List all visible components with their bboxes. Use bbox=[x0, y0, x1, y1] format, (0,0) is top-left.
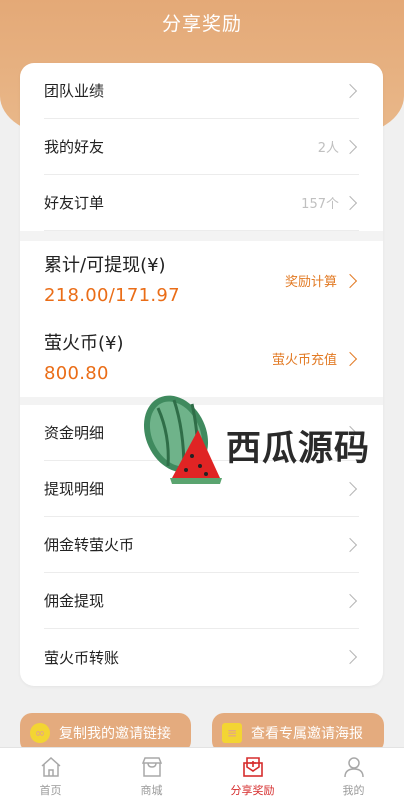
menu-label: 好友订单 bbox=[44, 194, 105, 212]
reward-card: 团队业绩 我的好友 2人 好友订单 157个 累计/可提现(¥) 218.00/… bbox=[20, 63, 383, 686]
order-count: 157个 bbox=[301, 197, 339, 212]
reward-calc-link[interactable]: 奖励计算 bbox=[285, 271, 359, 290]
stat-label: 累计/可提现(¥) bbox=[44, 255, 166, 276]
menu-my-friends[interactable]: 我的好友 2人 bbox=[44, 119, 359, 175]
chevron-right-icon bbox=[342, 649, 358, 665]
poster-icon: ≡ bbox=[222, 723, 242, 743]
chevron-right-icon bbox=[342, 83, 358, 98]
menu-label: 佣金转萤火币 bbox=[44, 536, 135, 554]
tab-share-reward[interactable]: 分享奖励 bbox=[202, 748, 303, 802]
section-divider bbox=[20, 231, 383, 241]
tab-label: 商城 bbox=[140, 784, 163, 797]
coin-stat: 萤火币(¥) 800.80 萤火币充值 bbox=[44, 325, 359, 397]
chevron-right-icon bbox=[342, 273, 358, 288]
shop-icon bbox=[141, 757, 162, 777]
menu-label: 我的好友 bbox=[44, 138, 105, 156]
tab-label: 我的 bbox=[342, 784, 365, 797]
menu-label: 资金明细 bbox=[44, 424, 105, 442]
share-reward-icon bbox=[242, 757, 263, 777]
menu-team-performance[interactable]: 团队业绩 bbox=[44, 63, 359, 119]
chevron-right-icon bbox=[342, 351, 358, 366]
chevron-right-icon bbox=[342, 593, 358, 608]
tab-mine[interactable]: 我的 bbox=[303, 748, 404, 802]
button-label: 查看专属邀请海报 bbox=[251, 726, 363, 742]
menu-commission-to-coin[interactable]: 佣金转萤火币 bbox=[44, 517, 359, 573]
button-label: 复制我的邀请链接 bbox=[59, 726, 171, 742]
menu-coin-transfer[interactable]: 萤火币转账 bbox=[44, 629, 359, 685]
home-icon bbox=[41, 756, 60, 777]
menu-label: 佣金提现 bbox=[44, 592, 105, 610]
page-title: 分享奖励 bbox=[161, 13, 242, 35]
stat-value: 800.80 bbox=[44, 363, 109, 384]
menu-friend-orders[interactable]: 好友订单 157个 bbox=[44, 175, 359, 231]
link-icon: ∞ bbox=[30, 723, 50, 743]
bottom-tab-bar: 首页 商城 分享奖励 我的 bbox=[0, 747, 404, 802]
chevron-right-icon bbox=[342, 195, 358, 210]
menu-label: 萤火币转账 bbox=[44, 648, 120, 667]
action-label: 萤火币充值 bbox=[271, 353, 337, 368]
menu-commission-withdraw[interactable]: 佣金提现 bbox=[44, 573, 359, 629]
tab-label: 首页 bbox=[39, 784, 62, 797]
chevron-right-icon bbox=[342, 139, 358, 154]
tab-label: 分享奖励 bbox=[230, 784, 275, 797]
withdrawable-stat: 累计/可提现(¥) 218.00/171.97 奖励计算 bbox=[44, 247, 359, 319]
friend-count: 2人 bbox=[317, 141, 339, 156]
coin-recharge-link[interactable]: 萤火币充值 bbox=[272, 349, 359, 368]
user-icon bbox=[343, 757, 364, 778]
stat-label: 萤火币(¥) bbox=[44, 333, 124, 354]
menu-label: 团队业绩 bbox=[44, 82, 105, 100]
watermark-text: 西瓜源码 bbox=[226, 429, 371, 469]
menu-label: 提现明细 bbox=[44, 480, 105, 498]
chevron-right-icon bbox=[342, 537, 358, 552]
tab-shop[interactable]: 商城 bbox=[101, 748, 202, 802]
action-label: 奖励计算 bbox=[284, 275, 337, 290]
stat-value: 218.00/171.97 bbox=[44, 285, 180, 306]
tab-home[interactable]: 首页 bbox=[0, 748, 101, 802]
